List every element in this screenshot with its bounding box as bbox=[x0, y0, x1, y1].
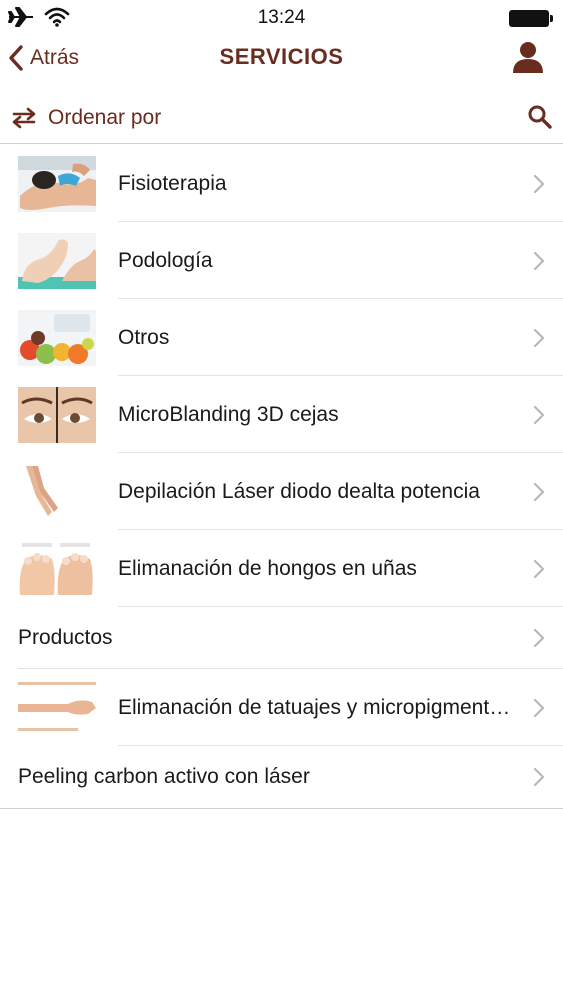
sort-button[interactable]: Ordenar por bbox=[10, 102, 161, 134]
search-button[interactable] bbox=[527, 104, 553, 130]
chevron-right-icon bbox=[533, 767, 545, 787]
list-item[interactable]: Productos bbox=[0, 607, 563, 669]
chevron-right-icon bbox=[533, 559, 545, 578]
list-item-label: Peeling carbon activo con láser bbox=[18, 765, 310, 788]
status-time: 13:24 bbox=[257, 7, 306, 28]
list-item[interactable]: MicroBlanding 3D cejas bbox=[0, 376, 563, 453]
feet-thumbnail bbox=[18, 232, 96, 289]
legs-thumbnail bbox=[18, 463, 96, 520]
list-item[interactable]: Otros bbox=[0, 299, 563, 376]
list-item-label: Podología bbox=[118, 248, 213, 272]
chevron-right-icon bbox=[533, 251, 545, 270]
sort-bar: Ordenar por bbox=[0, 92, 563, 144]
list-item[interactable]: Fisioterapia bbox=[0, 145, 563, 222]
fruits-thumbnail bbox=[18, 309, 96, 366]
list-item[interactable]: Elimanación de tatuajes y micropigmentac… bbox=[0, 669, 563, 746]
list-item-label: Elimanación de tatuajes y micropigmentac… bbox=[118, 695, 519, 719]
toenails-thumbnail bbox=[18, 540, 96, 597]
list-item[interactable]: Peeling carbon activo con láser bbox=[0, 746, 563, 808]
navigation-bar: Atrás SERVICIOS bbox=[0, 36, 563, 80]
chevron-right-icon bbox=[533, 628, 545, 648]
physiotherapy-thumbnail bbox=[18, 155, 96, 212]
eyebrows-thumbnail bbox=[18, 386, 96, 443]
person-icon bbox=[513, 42, 543, 73]
search-icon bbox=[528, 105, 552, 129]
sort-button-label: Ordenar por bbox=[48, 106, 162, 129]
services-list: Fisioterapia Podología Otros MicroBlandi… bbox=[0, 145, 563, 809]
list-item-label: MicroBlanding 3D cejas bbox=[118, 402, 339, 426]
list-item-label: Otros bbox=[118, 325, 170, 349]
battery-icon bbox=[509, 10, 553, 27]
profile-button[interactable] bbox=[511, 40, 545, 74]
list-item-label: Productos bbox=[18, 626, 113, 649]
list-item-label: Elimanación de hongos en uñas bbox=[118, 556, 417, 580]
chevron-right-icon bbox=[533, 174, 545, 193]
list-item[interactable]: Depilación Láser diodo dealta potencia bbox=[0, 453, 563, 530]
list-item-label: Depilación Láser diodo dealta potencia bbox=[118, 479, 480, 503]
arm-thumbnail bbox=[18, 679, 96, 736]
sort-arrows-icon bbox=[12, 107, 36, 129]
chevron-right-icon bbox=[533, 482, 545, 501]
list-item[interactable]: Podología bbox=[0, 222, 563, 299]
chevron-right-icon bbox=[533, 328, 545, 347]
chevron-right-icon bbox=[533, 698, 545, 717]
status-bar: 13:24 bbox=[0, 0, 563, 36]
list-item-label: Fisioterapia bbox=[118, 171, 227, 195]
page-title: SERVICIOS bbox=[219, 44, 344, 69]
chevron-right-icon bbox=[533, 405, 545, 424]
list-item[interactable]: Elimanación de hongos en uñas bbox=[0, 530, 563, 607]
